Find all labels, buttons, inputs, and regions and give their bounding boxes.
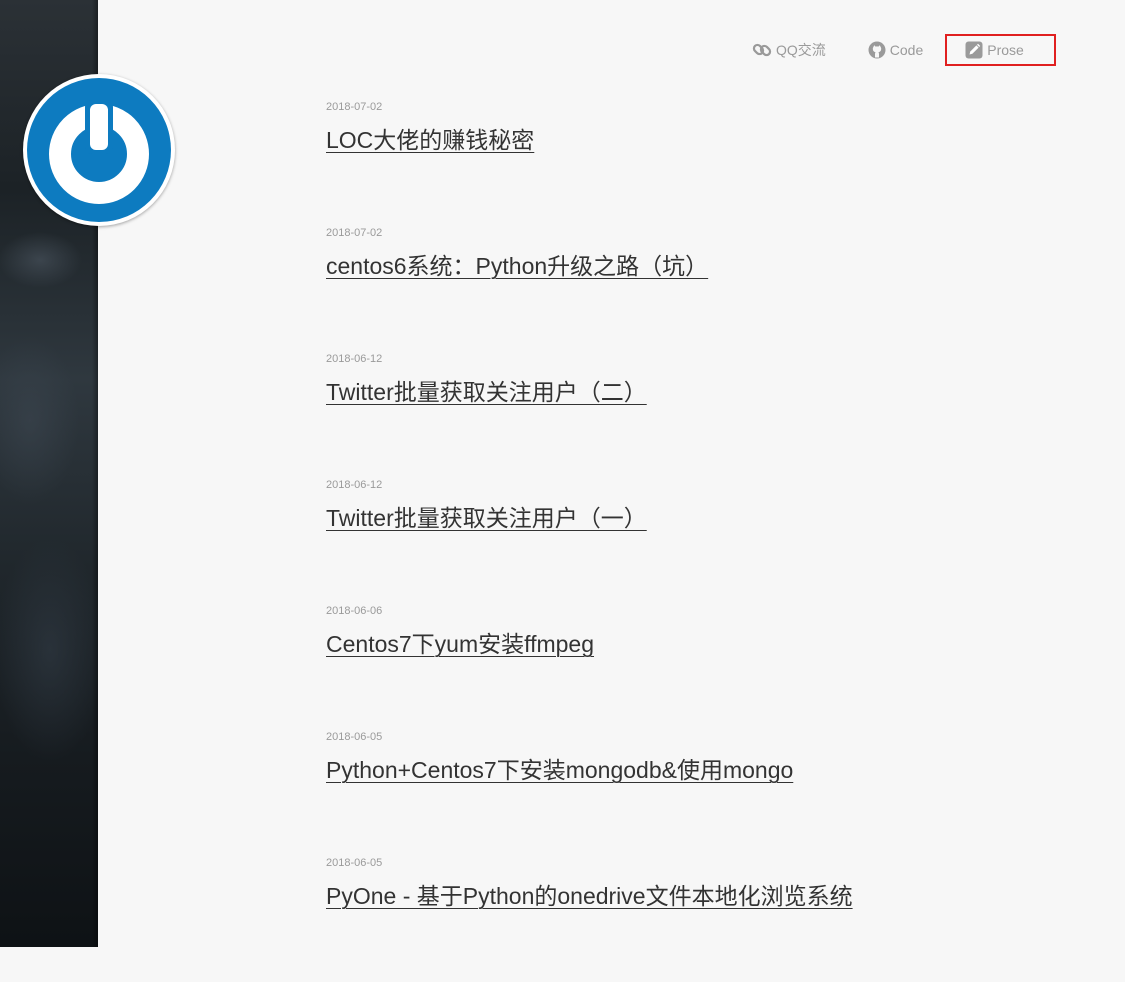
post-date: 2018-06-12 xyxy=(326,479,383,491)
nav-qq-label: QQ交流 xyxy=(776,42,826,58)
post-title-link[interactable]: centos6系统：Python升级之路（坑） xyxy=(326,250,708,282)
nav-code-label: Code xyxy=(889,42,924,58)
post-date: 2018-07-02 xyxy=(326,227,383,239)
post-title-link[interactable]: LOC大佬的赚钱秘密 xyxy=(326,124,534,156)
post-date: 2018-06-05 xyxy=(326,731,383,743)
post-date: 2018-07-02 xyxy=(326,101,383,113)
list-item: 2018-06-12 Twitter批量获取关注用户（二） xyxy=(326,352,1086,478)
list-item: 2018-07-02 LOC大佬的赚钱秘密 xyxy=(326,100,1086,226)
post-date: 2018-06-05 xyxy=(326,857,383,869)
link-icon xyxy=(752,43,772,57)
nav-prose-label: Prose xyxy=(987,42,1024,58)
github-icon xyxy=(868,41,886,59)
post-title-link[interactable]: Twitter批量获取关注用户（一） xyxy=(326,502,647,534)
post-title-link[interactable]: Python+Centos7下安装mongodb&使用mongo xyxy=(326,754,793,786)
post-date: 2018-06-12 xyxy=(326,353,383,365)
post-date: 2018-06-06 xyxy=(326,605,383,617)
post-list: 2018-07-02 LOC大佬的赚钱秘密 2018-07-02 centos6… xyxy=(326,100,1086,982)
power-icon xyxy=(27,78,171,222)
pencil-icon xyxy=(965,41,983,59)
avatar[interactable] xyxy=(23,74,175,226)
list-item: 2018-06-05 PyOne - 基于Python的onedrive文件本地… xyxy=(326,856,1086,982)
list-item: 2018-06-06 Centos7下yum安装ffmpeg xyxy=(326,604,1086,730)
list-item: 2018-06-05 Python+Centos7下安装mongodb&使用mo… xyxy=(326,730,1086,856)
list-item: 2018-06-12 Twitter批量获取关注用户（一） xyxy=(326,478,1086,604)
list-item: 2018-07-02 centos6系统：Python升级之路（坑） xyxy=(326,226,1086,352)
post-title-link[interactable]: Centos7下yum安装ffmpeg xyxy=(326,628,594,660)
post-title-link[interactable]: Twitter批量获取关注用户（二） xyxy=(326,376,647,408)
nav-qq-link[interactable]: QQ交流 xyxy=(752,40,826,60)
prose-highlight-box: Prose xyxy=(945,34,1057,66)
nav-code-link[interactable]: Code xyxy=(868,41,923,59)
top-navigation: QQ交流 Code Prose xyxy=(740,34,1057,66)
post-title-link[interactable]: PyOne - 基于Python的onedrive文件本地化浏览系统 xyxy=(326,880,853,912)
nav-prose-link[interactable]: Prose xyxy=(965,41,1024,59)
